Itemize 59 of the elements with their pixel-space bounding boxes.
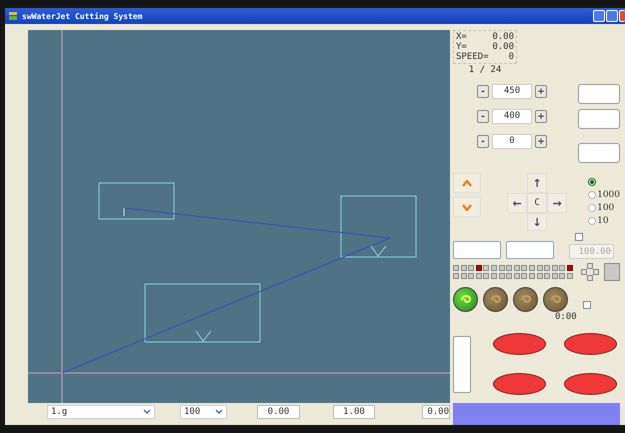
decrement-button[interactable]: - [477,135,489,148]
maximize-button[interactable] [606,10,618,22]
window-title: swWaterJet Cutting System [22,12,144,20]
readout-label: SPEED= [456,52,489,62]
radio-button[interactable] [588,216,596,225]
jog-left-button[interactable]: ← [507,193,528,214]
radio-label: 1000 [597,190,620,200]
value-field[interactable]: 0.00 [257,405,300,419]
down-chevron-button[interactable] [453,197,481,218]
value-field[interactable]: 0.00 [422,405,450,419]
checkbox[interactable] [575,232,583,241]
step-value-field[interactable]: 450 [492,84,532,100]
jog-right-button[interactable]: → [547,193,568,214]
step-value-field[interactable]: 400 [492,109,532,124]
round-button[interactable] [453,286,478,312]
file-dropdown[interactable]: 1.g [47,405,155,419]
increment-button[interactable]: + [535,85,547,98]
level-box [453,336,471,393]
radio-label: 100 [597,202,614,213]
radio-button[interactable] [588,178,596,186]
chevron-down-icon [462,204,472,211]
chevron-up-icon [462,180,472,187]
round-button[interactable] [513,286,538,312]
app-icon [8,11,18,21]
text-field[interactable] [506,240,554,259]
decrement-button[interactable]: - [477,85,489,98]
readout-value: 0 [508,52,514,62]
page-counter: 1 / 24 [468,65,502,75]
speed-dropdown[interactable]: 100 [180,405,227,419]
caret-icon [143,409,151,415]
jog-down-button[interactable]: ↓ [527,213,548,232]
jog-up-button[interactable]: ↑ [527,173,548,194]
increment-button[interactable]: + [535,135,547,148]
radio-label: 10 [597,216,609,226]
step-value-field[interactable]: 0 [492,134,532,150]
close-button[interactable] [619,10,625,22]
jog-center-button[interactable]: C [527,193,548,214]
value-field[interactable]: 1.00 [333,405,375,419]
decrement-button[interactable]: - [477,110,489,124]
readout-value: 0.00 [492,32,514,42]
radio-button[interactable] [588,190,596,199]
checkbox[interactable] [583,300,591,309]
text-field[interactable] [578,143,620,164]
timer-text: 0:00 [555,312,577,322]
up-chevron-button[interactable] [453,173,481,194]
readout-value: 0.00 [492,42,514,52]
minimize-button[interactable] [593,10,605,22]
round-button[interactable] [483,286,508,312]
increment-button[interactable]: + [535,110,547,124]
preview-panel [604,262,620,281]
text-field[interactable] [453,240,501,259]
readout-label: X= [456,32,467,42]
text-field[interactable] [578,84,620,104]
readout-label: Y= [456,42,467,52]
round-button[interactable] [543,286,568,312]
crosshair-pad-icon [581,262,600,281]
radio-button[interactable] [588,204,596,212]
caret-icon [215,409,223,415]
text-field[interactable] [578,109,620,130]
